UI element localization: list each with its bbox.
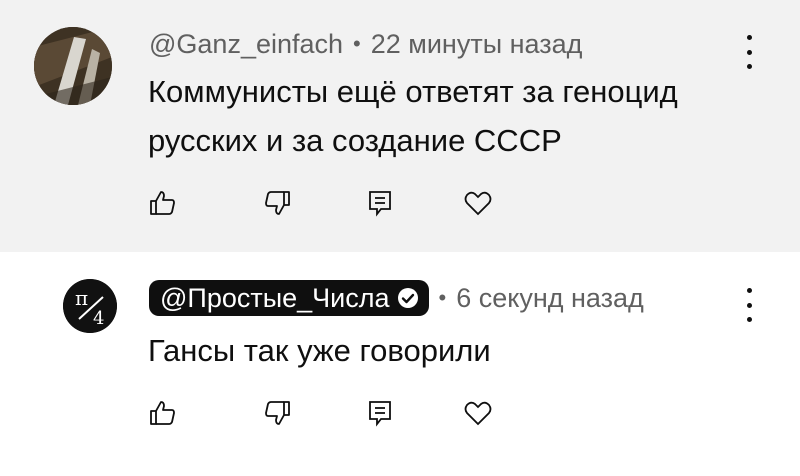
dislike-button[interactable]	[262, 188, 292, 218]
author-name[interactable]: @Ganz_einfach	[149, 29, 343, 60]
author-name: @Простые_Числа	[160, 282, 390, 313]
comment-meta: @Ganz_einfach • 22 минуты назад	[149, 26, 582, 62]
separator-dot: •	[438, 285, 447, 310]
dislike-button[interactable]	[262, 398, 292, 428]
like-button[interactable]	[148, 398, 178, 428]
svg-text:4: 4	[93, 308, 104, 329]
verified-check-icon	[397, 288, 418, 308]
more-vertical-icon[interactable]	[739, 288, 759, 322]
pi-over-four-icon: π 4	[63, 279, 117, 333]
avatar-image	[34, 27, 112, 105]
heart-icon	[464, 401, 492, 426]
avatar[interactable]: π 4	[63, 279, 117, 333]
avatar[interactable]	[34, 27, 112, 105]
comment-text: Коммунисты ещё ответят за геноцид русски…	[148, 74, 678, 158]
heart-button[interactable]	[463, 188, 493, 218]
like-icon	[150, 191, 175, 215]
reply-icon	[369, 401, 391, 427]
comment-item: π 4 @Простые_Числа • 6 секунд назад Ганс…	[0, 252, 800, 476]
dislike-icon	[265, 191, 290, 215]
more-vertical-icon[interactable]	[739, 35, 759, 69]
like-button[interactable]	[148, 188, 178, 218]
comment-time[interactable]: 6 секунд назад	[456, 283, 644, 314]
separator-dot: •	[353, 31, 361, 56]
heart-button[interactable]	[463, 398, 493, 428]
like-icon	[150, 401, 175, 425]
comment-meta: @Простые_Числа • 6 секунд назад	[149, 280, 644, 316]
reply-button[interactable]	[365, 398, 395, 428]
author-chip[interactable]: @Простые_Числа	[149, 280, 429, 316]
comment-text: Гансы так уже говорили	[148, 333, 491, 368]
comment-time[interactable]: 22 минуты назад	[371, 29, 583, 60]
heart-icon	[464, 191, 492, 216]
reply-icon	[369, 191, 391, 217]
dislike-icon	[265, 401, 290, 425]
reply-button[interactable]	[365, 188, 395, 218]
svg-text:π: π	[75, 286, 88, 310]
comment-item: @Ganz_einfach • 22 минуты назад Коммунис…	[0, 0, 800, 252]
